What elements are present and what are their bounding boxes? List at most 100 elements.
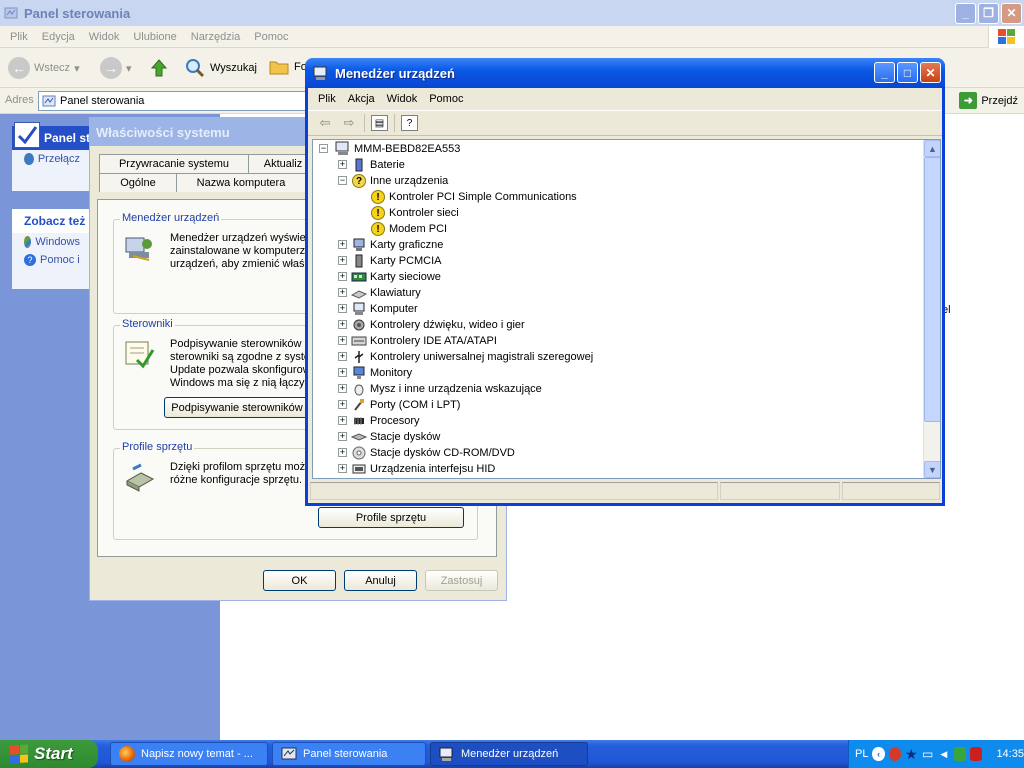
star-icon[interactable]: ★ (905, 746, 918, 762)
scroll-thumb[interactable] (924, 157, 940, 422)
antivirus-icon[interactable] (888, 747, 901, 761)
tree-item-label: Stacje dysków CD-ROM/DVD (370, 447, 515, 459)
menu-file[interactable]: Plik (312, 93, 342, 105)
collapse-icon[interactable]: − (338, 176, 347, 185)
vertical-scrollbar[interactable]: ▲ ▼ (923, 140, 940, 478)
volume-icon[interactable]: ◀ (938, 747, 950, 761)
cancel-button[interactable]: Anuluj (344, 570, 417, 591)
hardware-profiles-icon (125, 463, 155, 492)
menu-help[interactable]: Pomoc (247, 31, 295, 43)
expand-icon[interactable]: + (338, 416, 347, 425)
tree-item-label: Kontrolery dźwięku, wideo i gier (370, 319, 525, 331)
clock[interactable]: 14:35 (996, 748, 1024, 760)
forward-button[interactable]: → ▾ (100, 57, 132, 79)
tab-row-back: Przywracanie systemu Aktualiz (99, 154, 318, 173)
minimize-button[interactable]: _ (874, 62, 895, 83)
group-label: Menedżer urządzeń (120, 212, 222, 224)
back-button[interactable]: ← Wstecz ▾ (8, 57, 80, 79)
close-button[interactable]: ✕ (920, 62, 941, 83)
update-icon[interactable] (953, 747, 967, 761)
menu-tools[interactable]: Narzędzia (184, 31, 248, 43)
up-folder-button[interactable] (148, 57, 170, 79)
folders-button[interactable]: Fo (268, 57, 307, 77)
start-label: Start (34, 744, 73, 763)
taskbar-button-firefox[interactable]: Napisz nowy temat - ... (110, 742, 268, 766)
menu-edit[interactable]: Edycja (35, 31, 82, 43)
language-indicator[interactable]: PL (855, 748, 868, 760)
forward-arrow-icon: → (100, 57, 122, 79)
expand-icon[interactable]: + (338, 160, 347, 169)
expand-icon[interactable]: + (338, 336, 347, 345)
disk-drive-icon (351, 429, 367, 445)
control-panel-icon (42, 95, 56, 107)
apply-button[interactable]: Zastosuj (425, 570, 498, 591)
sidebar-item-help[interactable]: ? Pomoc i (12, 251, 92, 269)
forward-arrow-icon[interactable]: ⇨ (340, 114, 358, 132)
menu-action[interactable]: Akcja (342, 93, 381, 105)
up-arrow-icon (150, 59, 168, 77)
keyboard-icon (351, 285, 367, 301)
search-button[interactable]: Wyszukaj (184, 57, 257, 79)
expand-icon[interactable]: + (338, 368, 347, 377)
collapse-icon[interactable]: − (319, 144, 328, 153)
sidebar-item-switch-view[interactable]: Przełącz (12, 150, 92, 168)
task-label: Menedżer urządzeń (461, 748, 559, 760)
pcmcia-icon (351, 253, 367, 269)
close-button[interactable]: ✕ (1001, 3, 1022, 24)
expand-icon[interactable]: + (338, 240, 347, 249)
scroll-up-arrow[interactable]: ▲ (924, 140, 940, 157)
device-tree[interactable]: − MMM-BEBD82EA553 + Baterie −? Inne urządze… (312, 139, 941, 479)
menu-file[interactable]: Plik (3, 31, 35, 43)
expand-icon[interactable]: + (338, 400, 347, 409)
expand-icon[interactable]: + (338, 288, 347, 297)
address-input[interactable]: Panel sterowania (38, 91, 306, 111)
menu-view[interactable]: Widok (381, 93, 424, 105)
expand-icon[interactable]: + (338, 304, 347, 313)
expand-icon[interactable]: + (338, 256, 347, 265)
sidebar-item-windows-update[interactable]: Windows (12, 233, 92, 251)
tab-general[interactable]: Ogólne (99, 173, 177, 192)
expand-icon[interactable]: + (338, 464, 347, 473)
expand-icon[interactable]: + (338, 320, 347, 329)
firefox-icon (119, 746, 135, 762)
restore-button[interactable]: ❐ (978, 3, 999, 24)
tab-computer-name[interactable]: Nazwa komputera (176, 173, 306, 192)
hardware-profiles-button[interactable]: Profile sprzętu (318, 507, 464, 528)
driver-signing-button[interactable]: Podpisywanie sterowników (164, 397, 310, 418)
unknown-device-icon: ? (351, 173, 367, 189)
ok-button[interactable]: OK (263, 570, 336, 591)
menu-view[interactable]: Widok (82, 31, 127, 43)
control-panel-titlebar[interactable]: Panel sterowania _ ❐ ✕ (0, 0, 1024, 26)
device-manager-titlebar[interactable]: Menedżer urządzeń _ □ ✕ (305, 58, 945, 88)
show-hide-console-tree-icon[interactable]: ▤ (371, 115, 388, 131)
properties-icon[interactable]: ? (401, 115, 418, 131)
network-icon[interactable]: ▭ (922, 747, 934, 761)
status-pane (310, 482, 718, 500)
go-button[interactable]: ➜ Przejdź (959, 92, 1018, 109)
show-hidden-icons-chevron-icon[interactable]: ‹ (872, 747, 885, 761)
device-manager-window[interactable]: Menedżer urządzeń _ □ ✕ Plik Akcja Widok… (305, 58, 945, 506)
taskbar-button-device-manager[interactable]: Menedżer urządzeń (430, 742, 588, 766)
task-label: Panel sterowania (303, 748, 388, 760)
expand-icon[interactable]: + (338, 272, 347, 281)
chevron-down-icon: ▾ (74, 62, 80, 75)
expand-icon[interactable]: + (338, 352, 347, 361)
maximize-button[interactable]: □ (897, 62, 918, 83)
device-manager-menubar: Plik Akcja Widok Pomoc (308, 88, 942, 110)
tree-item-label: Modem PCI (389, 223, 448, 235)
expand-icon[interactable]: + (338, 448, 347, 457)
minimize-button[interactable]: _ (955, 3, 976, 24)
tab-system-restore[interactable]: Przywracanie systemu (99, 154, 249, 173)
processor-icon (351, 413, 367, 429)
menu-favorites[interactable]: Ulubione (126, 31, 183, 43)
scroll-down-arrow[interactable]: ▼ (924, 461, 940, 478)
security-shield-icon[interactable] (970, 747, 983, 761)
menu-help[interactable]: Pomoc (423, 93, 469, 105)
taskbar-button-control-panel[interactable]: Panel sterowania (272, 742, 426, 766)
back-arrow-icon[interactable]: ⇦ (316, 114, 334, 132)
device-manager-title: Menedżer urządzeń (335, 65, 455, 81)
expand-icon[interactable]: + (338, 432, 347, 441)
expand-icon[interactable]: + (338, 384, 347, 393)
start-button[interactable]: Start (0, 740, 98, 768)
tree-item-label: Inne urządzenia (370, 175, 449, 187)
